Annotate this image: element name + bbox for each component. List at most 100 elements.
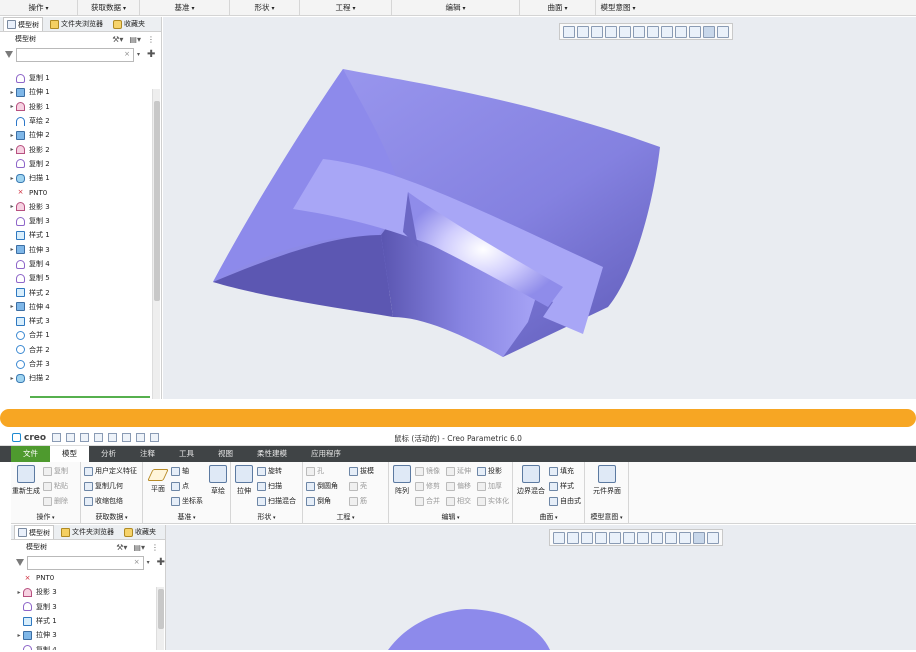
datum-display-icon[interactable] <box>689 25 701 38</box>
tree-node[interactable]: ▸ 扫描 1 <box>8 171 161 185</box>
group-label-edit[interactable]: 编辑 <box>389 512 512 522</box>
tree-node[interactable]: 样式 1 <box>15 614 165 628</box>
tree-node[interactable]: 合并 1 <box>8 328 161 342</box>
extend-button[interactable]: 延伸 <box>446 466 471 476</box>
offset-button[interactable]: 偏移 <box>446 481 471 491</box>
refit-icon[interactable] <box>563 25 575 38</box>
tree-node[interactable]: ▸ 拉伸 4 <box>8 300 161 314</box>
view-manager-icon[interactable] <box>661 25 673 38</box>
tree-node[interactable]: ▸ 投影 3 <box>8 200 161 214</box>
udf-button[interactable]: 用户定义特征 <box>84 466 137 476</box>
tree-node[interactable]: ▸ 投影 2 <box>8 142 161 156</box>
tree-node[interactable]: ▸ 扫描 2 <box>8 371 161 385</box>
draft-button[interactable]: 拔模 <box>349 466 374 476</box>
zoom-out-icon[interactable] <box>591 25 603 38</box>
spin-center-icon[interactable] <box>703 25 715 38</box>
plane-button[interactable]: 平面 <box>145 465 171 494</box>
tab-tools[interactable]: 工具 <box>167 446 206 462</box>
tab-flexible-modeling[interactable]: 柔性建模 <box>245 446 299 462</box>
tree-node[interactable]: 样式 3 <box>8 314 161 328</box>
view-manager-icon[interactable] <box>651 531 663 544</box>
group-surfaces[interactable]: 曲面 <box>520 0 596 15</box>
expand-arrow-icon[interactable]: ▸ <box>8 375 16 382</box>
tab-favorites[interactable]: 收藏夹 <box>110 17 148 31</box>
expand-arrow-icon[interactable]: ▸ <box>8 89 16 96</box>
tree-settings-icon[interactable]: ⚒▾ <box>116 543 127 552</box>
expand-arrow-icon[interactable]: ▸ <box>8 146 16 153</box>
section-icon[interactable] <box>665 531 677 544</box>
tree-node[interactable]: 合并 2 <box>8 343 161 357</box>
tab-applications[interactable]: 应用程序 <box>299 446 353 462</box>
hole-button[interactable]: 孔 <box>306 466 324 476</box>
tree-node[interactable]: ▸ 投影 1 <box>8 100 161 114</box>
tree-node[interactable]: 复制 2 <box>8 157 161 171</box>
expand-arrow-icon[interactable]: ▸ <box>8 246 16 253</box>
annotation-display-icon[interactable] <box>707 531 719 544</box>
sketch-button[interactable]: 草绘 <box>207 465 229 496</box>
tree-node[interactable]: × PNT0 <box>15 571 165 585</box>
tree-node[interactable]: 复制 1 <box>8 71 161 85</box>
solidify-button[interactable]: 实体化 <box>477 496 509 506</box>
axis-button[interactable]: 轴 <box>171 466 189 476</box>
repaint-icon[interactable] <box>605 25 617 38</box>
freestyle-button[interactable]: 自由式 <box>549 496 581 506</box>
expand-arrow-icon[interactable]: ▸ <box>15 589 23 596</box>
tree-node[interactable]: 样式 1 <box>8 228 161 242</box>
tab-file[interactable]: 文件 <box>11 446 50 462</box>
group-label-ops[interactable]: 操作 <box>11 512 80 522</box>
thicken-button[interactable]: 加厚 <box>477 481 502 491</box>
component-interface-button[interactable]: 元件界面 <box>587 465 627 496</box>
top-graphics-window[interactable] <box>163 17 916 399</box>
filter-dropdown-icon[interactable]: ▾ <box>137 51 140 58</box>
regenerate-button[interactable]: 重新生成 <box>11 465 41 496</box>
filter-dropdown-icon[interactable]: ▾ <box>147 559 150 566</box>
saved-views-icon[interactable] <box>637 531 649 544</box>
tree-scrollbar-thumb[interactable] <box>158 589 164 629</box>
expand-arrow-icon[interactable]: ▸ <box>8 175 16 182</box>
refit-icon[interactable] <box>553 531 565 544</box>
tree-node[interactable]: 草绘 2 <box>8 114 161 128</box>
tree-node[interactable]: 复制 3 <box>15 600 165 614</box>
tab-favorites[interactable]: 收藏夹 <box>121 525 159 539</box>
tab-analysis[interactable]: 分析 <box>89 446 128 462</box>
perspective-icon[interactable] <box>619 25 631 38</box>
expand-arrow-icon[interactable]: ▸ <box>8 103 16 110</box>
tab-annotate[interactable]: 注释 <box>128 446 167 462</box>
rib-button[interactable]: 筋 <box>349 496 367 506</box>
tree-node[interactable]: 复制 4 <box>15 642 165 650</box>
shrinkwrap-button[interactable]: 收缩包络 <box>84 496 123 506</box>
expand-arrow-icon[interactable]: ▸ <box>8 203 16 210</box>
round-button[interactable]: 倒圆角 <box>306 481 338 491</box>
tree-node[interactable]: 样式 2 <box>8 285 161 299</box>
group-getdata[interactable]: 获取数据 <box>78 0 140 15</box>
revolve-button[interactable]: 旋转 <box>257 466 282 476</box>
boundary-blend-button[interactable]: 边界混合 <box>515 465 547 496</box>
tree-node[interactable]: 合并 3 <box>8 357 161 371</box>
tree-search-input[interactable]: × <box>16 47 134 62</box>
group-edit[interactable]: 编辑 <box>392 0 520 15</box>
clear-icon[interactable]: × <box>134 558 140 566</box>
tree-node[interactable]: × PNT0 <box>8 185 161 199</box>
trim-button[interactable]: 修剪 <box>415 481 440 491</box>
datum-display-icon[interactable] <box>679 531 691 544</box>
tree-more-icon[interactable]: ⋮ <box>147 35 155 44</box>
point-button[interactable]: 点 <box>171 481 189 491</box>
tab-folder-browser[interactable]: 文件夹浏览器 <box>58 525 117 539</box>
chamfer-button[interactable]: 倒角 <box>306 496 331 506</box>
tree-node[interactable]: ▸ 投影 3 <box>15 585 165 599</box>
tree-node[interactable]: ▸ 拉伸 3 <box>15 628 165 642</box>
zoom-in-icon[interactable] <box>577 25 589 38</box>
sweep-button[interactable]: 扫描 <box>257 481 282 491</box>
tree-show-icon[interactable]: ▤▾ <box>133 543 145 552</box>
tree-show-icon[interactable]: ▤▾ <box>129 35 141 44</box>
group-label-datum[interactable]: 基准 <box>143 512 230 522</box>
swept-blend-button[interactable]: 扫描混合 <box>257 496 296 506</box>
group-intent[interactable]: 模型意图 <box>596 0 640 15</box>
expand-arrow-icon[interactable]: ▸ <box>15 632 23 639</box>
intersect-button[interactable]: 相交 <box>446 496 471 506</box>
shell-button[interactable]: 壳 <box>349 481 367 491</box>
section-icon[interactable] <box>675 25 687 38</box>
tab-model-tree[interactable]: 模型树 <box>3 17 43 31</box>
tree-search-input[interactable]: × <box>27 555 144 570</box>
group-ops[interactable]: 操作 <box>0 0 78 15</box>
